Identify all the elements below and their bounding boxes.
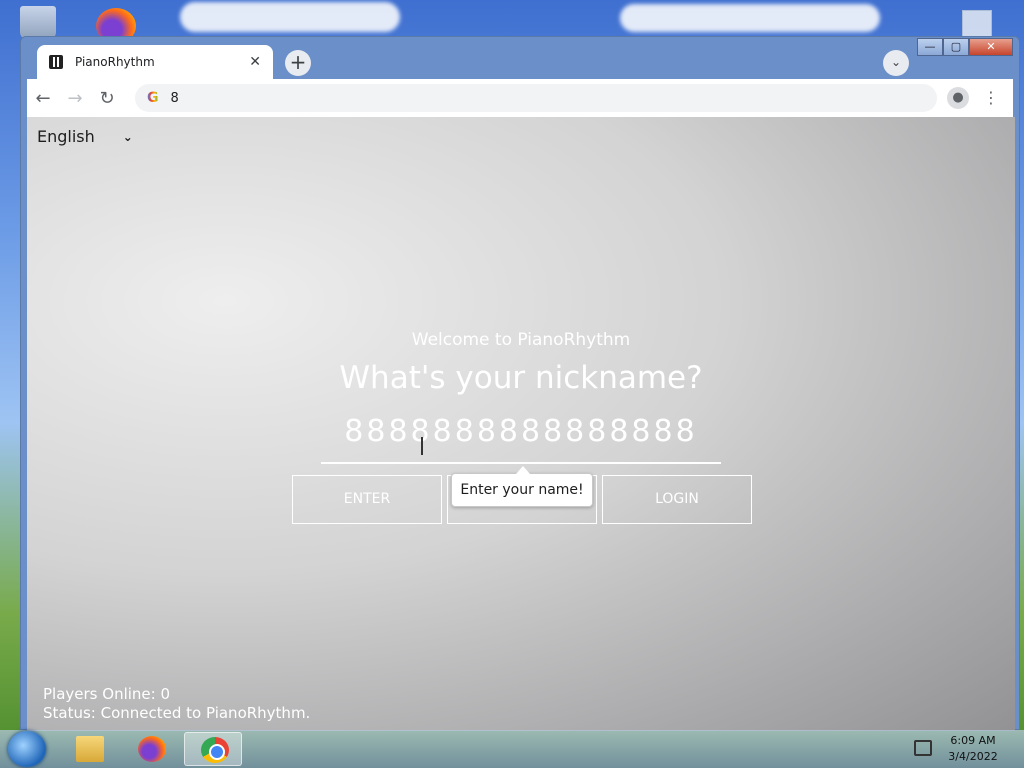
tab-close-icon[interactable]: ✕ xyxy=(249,54,261,70)
new-tab-button[interactable]: + xyxy=(285,50,311,76)
title-bar[interactable]: PianoRhythm ✕ + ⌄ — ▢ ✕ xyxy=(21,37,1019,79)
folder-icon xyxy=(76,736,104,762)
firefox-icon xyxy=(138,736,166,762)
forward-arrow-icon[interactable]: → xyxy=(59,88,91,109)
players-online: Players Online: 0 xyxy=(43,685,171,703)
language-label: English xyxy=(37,127,95,146)
taskbar-firefox[interactable] xyxy=(122,732,180,766)
piano-favicon-icon xyxy=(49,55,63,69)
taskbar: 6:09 AM 3/4/2022 xyxy=(0,730,1024,768)
page-content: English ⌄ Welcome to PianoRhythm What's … xyxy=(27,117,1015,731)
profile-icon[interactable]: ● xyxy=(947,87,969,109)
close-window-button[interactable]: ✕ xyxy=(969,38,1013,56)
browser-window: PianoRhythm ✕ + ⌄ — ▢ ✕ ← → ↻ G 8 ● ⋮ En… xyxy=(20,36,1020,731)
reload-icon[interactable]: ↻ xyxy=(91,88,123,109)
minimize-button[interactable]: — xyxy=(917,38,943,56)
tab-search-chevron-icon[interactable]: ⌄ xyxy=(883,50,909,76)
text-cursor-icon xyxy=(421,437,423,455)
status-footer: Players Online: 0 Status: Connected to P… xyxy=(43,685,310,723)
language-select[interactable]: English ⌄ xyxy=(37,127,133,146)
network-icon[interactable] xyxy=(914,740,932,756)
window-controls: — ▢ ✕ xyxy=(917,38,1013,56)
tab-pianorhythm[interactable]: PianoRhythm ✕ xyxy=(37,45,273,79)
taskbar-explorer[interactable] xyxy=(60,732,118,766)
validation-tooltip: Enter your name! xyxy=(451,466,593,507)
clock-date: 3/4/2022 xyxy=(948,750,998,763)
chevron-down-icon: ⌄ xyxy=(122,129,133,144)
nickname-input[interactable] xyxy=(321,400,721,464)
tab-title: PianoRhythm xyxy=(75,55,155,69)
nickname-question: What's your nickname? xyxy=(339,360,703,396)
menu-kebab-icon[interactable]: ⋮ xyxy=(983,87,999,109)
clock-time: 6:09 AM xyxy=(950,734,996,747)
system-clock[interactable]: 6:09 AM 3/4/2022 xyxy=(940,733,1006,765)
sky-cloud xyxy=(620,4,880,32)
address-text: 8 xyxy=(170,90,179,106)
taskbar-chrome[interactable] xyxy=(184,732,242,766)
connection-status: Status: Connected to PianoRhythm. xyxy=(43,704,311,722)
start-button[interactable] xyxy=(8,731,46,767)
address-bar[interactable]: G 8 xyxy=(135,84,937,112)
browser-toolbar: ← → ↻ G 8 ● ⋮ xyxy=(27,79,1013,117)
enter-button[interactable]: ENTER xyxy=(292,475,442,524)
welcome-text: Welcome to PianoRhythm xyxy=(411,330,631,350)
chrome-icon xyxy=(201,737,229,763)
recycle-bin-icon[interactable] xyxy=(20,6,56,40)
login-button[interactable]: LOGIN xyxy=(602,475,752,524)
back-arrow-icon[interactable]: ← xyxy=(27,88,59,109)
sky-cloud xyxy=(180,2,400,32)
google-icon: G xyxy=(147,90,159,106)
maximize-button[interactable]: ▢ xyxy=(943,38,969,56)
